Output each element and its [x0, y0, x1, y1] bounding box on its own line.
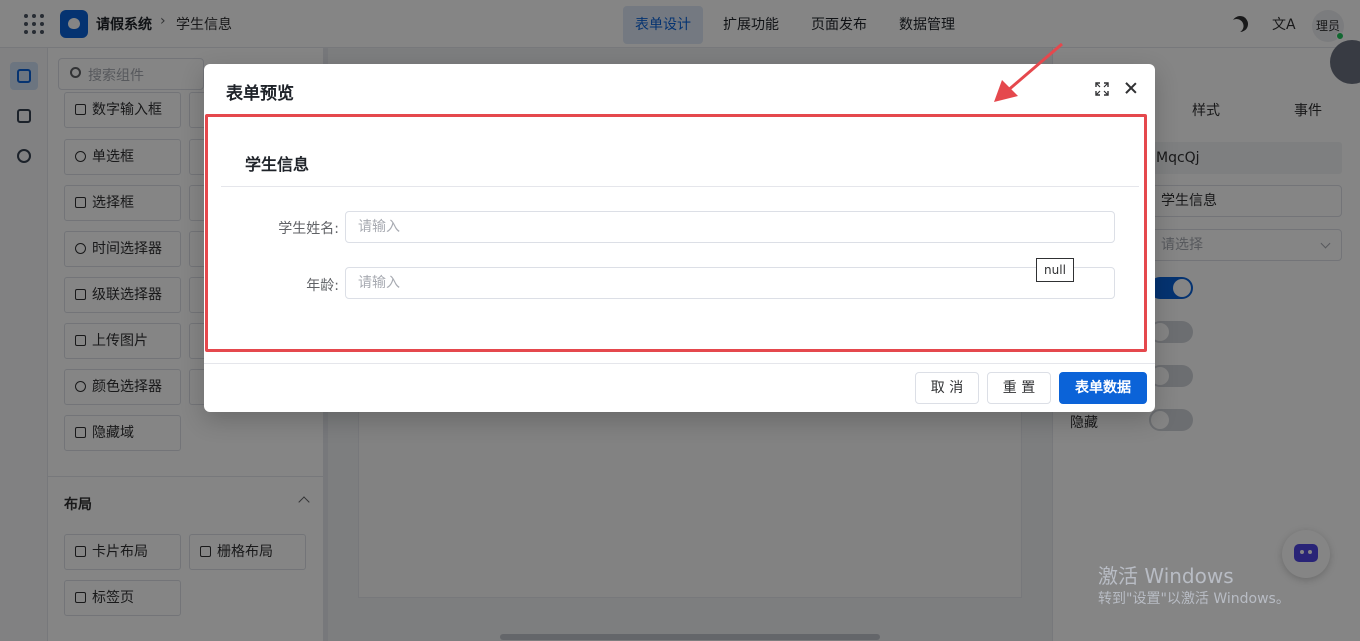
form-data-button[interactable]: 表单数据 — [1059, 372, 1147, 404]
reset-button[interactable]: 重 置 — [987, 372, 1051, 404]
age-input[interactable]: 请输入 — [345, 267, 1115, 299]
windows-watermark-subtitle: 转到"设置"以激活 Windows。 — [1098, 591, 1290, 607]
annotation-arrow — [994, 42, 1063, 102]
card-title: 学生信息 — [245, 155, 310, 174]
card-divider — [221, 186, 1139, 187]
dialog-footer-divider — [204, 363, 1155, 364]
cancel-button[interactable]: 取 消 — [915, 372, 979, 404]
dialog-title: 表单预览 — [226, 84, 294, 104]
windows-watermark-title: 激活 Windows — [1098, 564, 1234, 588]
field-label-age: 年龄: — [306, 278, 339, 294]
field-label-name: 学生姓名: — [278, 221, 339, 237]
student-name-input[interactable]: 请输入 — [345, 211, 1115, 243]
close-icon[interactable] — [1124, 81, 1138, 95]
null-tooltip: null — [1036, 258, 1074, 282]
expand-icon[interactable] — [1095, 82, 1109, 96]
